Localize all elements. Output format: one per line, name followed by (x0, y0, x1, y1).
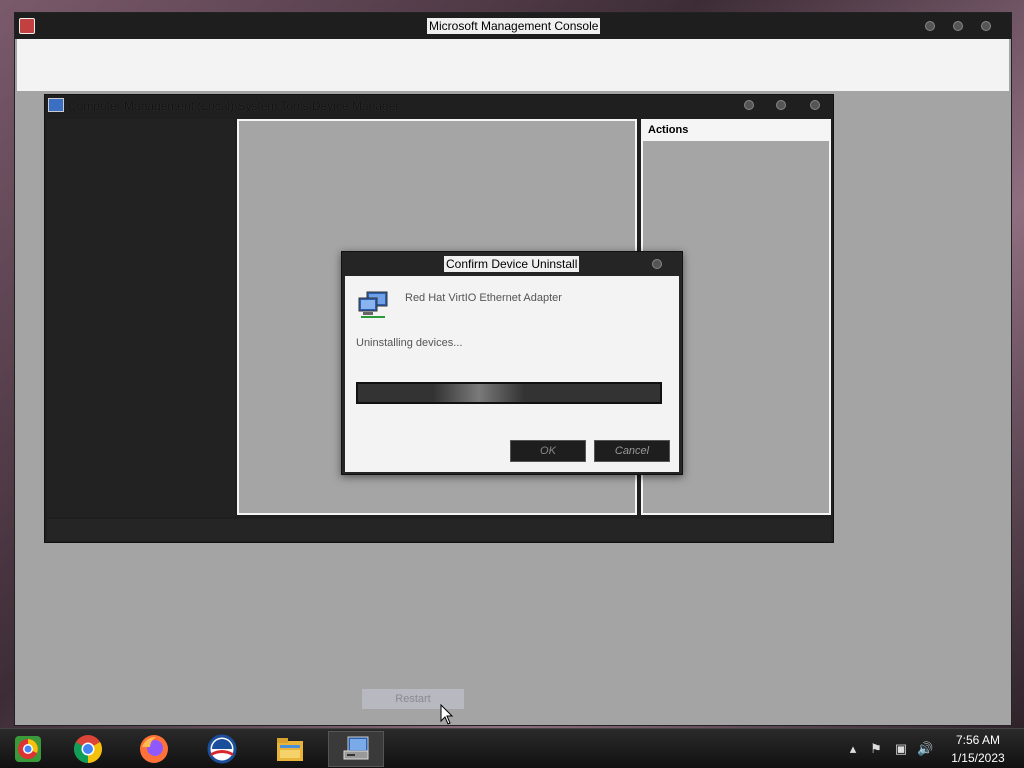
minimize-button[interactable] (925, 21, 935, 31)
close-button[interactable] (981, 21, 991, 31)
progress-marquee (358, 384, 660, 402)
child-close-button[interactable] (810, 100, 820, 110)
network-adapter-icon (358, 291, 388, 318)
ok-button[interactable]: OK (510, 440, 586, 462)
clock-time[interactable]: 7:56 AM (940, 733, 1016, 747)
firefox-icon (140, 735, 168, 763)
device-manager-titlebar[interactable]: Computer Management (Local)\System Tools… (45, 95, 833, 117)
mmc-titlebar[interactable]: Microsoft Management Console (15, 13, 1011, 39)
action-center-flag-icon[interactable]: ⚑ (868, 741, 884, 757)
taskbar-chrome[interactable] (60, 731, 116, 767)
status-bar (47, 519, 831, 541)
actions-header: Actions (643, 121, 829, 141)
chrome-alt-icon (15, 736, 41, 762)
device-name: Red Hat VirtIO Ethernet Adapter (405, 292, 562, 304)
file-explorer-icon (277, 738, 303, 761)
confirm-uninstall-dialog: Confirm Device Uninstall Red Hat VirtIO … (341, 251, 683, 475)
mmc-title: Microsoft Management Console (427, 18, 601, 34)
taskbar-obama-logo[interactable] (194, 731, 250, 767)
computer-management-icon (48, 98, 64, 112)
obama-logo-icon (207, 734, 237, 764)
child-minimize-button[interactable] (744, 100, 754, 110)
console-tree-pane[interactable] (47, 119, 235, 517)
dialog-title: Confirm Device Uninstall (444, 256, 580, 272)
device-manager-title: Computer Management (Local)\System Tools… (68, 99, 400, 113)
taskbar-chrome-alt[interactable] (0, 731, 56, 767)
maximize-button[interactable] (953, 21, 963, 31)
device-manager-icon (343, 736, 369, 760)
uninstall-progress-bar (356, 382, 662, 404)
mmc-app-icon (19, 18, 35, 34)
child-maximize-button[interactable] (776, 100, 786, 110)
taskbar-firefox[interactable] (126, 731, 182, 767)
taskbar: ▴ ⚑ ▣ 🔊 7:56 AM 1/15/2023 (0, 728, 1024, 768)
mmc-toolbar (17, 39, 1009, 91)
clock-date[interactable]: 1/15/2023 (940, 751, 1016, 765)
chrome-icon (74, 735, 102, 763)
taskbar-file-explorer[interactable] (262, 731, 318, 767)
uninstall-status: Uninstalling devices... (356, 337, 463, 349)
dialog-close-button[interactable] (652, 259, 662, 269)
mouse-cursor-icon (440, 704, 454, 725)
volume-icon[interactable]: 🔊 (917, 741, 933, 757)
cancel-button[interactable]: Cancel (594, 440, 670, 462)
dialog-body: Red Hat VirtIO Ethernet Adapter Uninstal… (345, 276, 679, 472)
network-icon[interactable]: ▣ (893, 741, 909, 757)
taskbar-device-manager[interactable] (328, 731, 384, 767)
show-hidden-icons-icon[interactable]: ▴ (845, 741, 861, 757)
